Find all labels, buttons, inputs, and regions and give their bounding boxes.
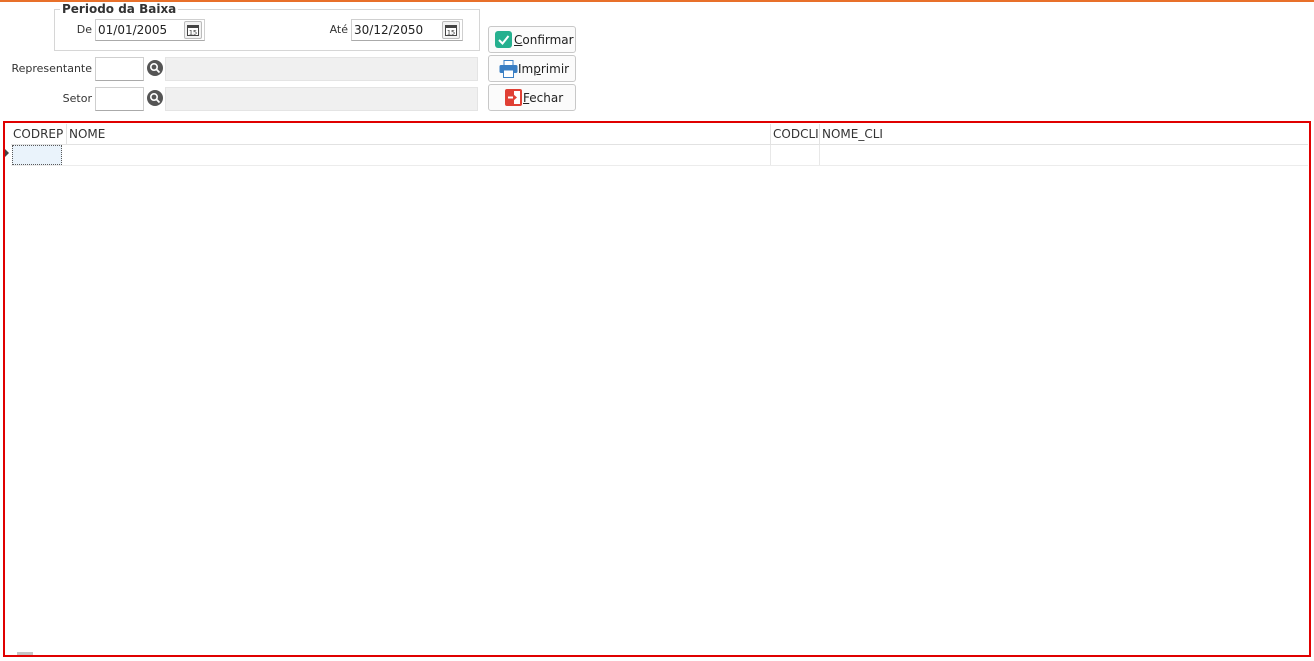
representante-code-input[interactable] (95, 57, 144, 81)
fechar-button[interactable]: Fechar (488, 84, 576, 111)
to-label: Até (329, 23, 348, 36)
table-row[interactable] (11, 145, 1308, 166)
from-date-value: 01/01/2005 (98, 23, 168, 37)
horizontal-scrollbar[interactable] (17, 652, 33, 655)
column-header-codcli[interactable]: CODCLI (771, 124, 820, 144)
period-title: Periodo da Baixa (60, 2, 179, 16)
top-accent-line (0, 0, 1314, 2)
exit-icon (505, 89, 522, 109)
printer-icon (499, 60, 518, 81)
svg-text:15: 15 (189, 29, 197, 37)
cell-nome[interactable] (67, 145, 771, 165)
grid-header: CODREP NOME CODCLI NOME_CLI (11, 124, 1308, 145)
cell-codcli[interactable] (771, 145, 820, 165)
cell-codrep[interactable] (12, 145, 62, 165)
imprimir-mnemonic: p (533, 62, 541, 76)
to-date-value: 30/12/2050 (354, 23, 424, 37)
checkmark-icon (495, 31, 512, 51)
current-row-indicator-icon (5, 149, 9, 157)
confirmar-label: onfirmar (522, 33, 574, 47)
calendar-icon[interactable]: 15 (442, 21, 460, 39)
imprimir-label-start: Im (518, 62, 534, 76)
from-label: De (76, 23, 92, 36)
search-icon[interactable] (147, 90, 163, 106)
imprimir-button[interactable]: Imprimir (488, 55, 576, 82)
from-date-field[interactable]: 01/01/2005 15 (95, 19, 205, 41)
column-header-codrep[interactable]: CODREP (11, 124, 67, 144)
representante-label: Representante (11, 62, 92, 75)
column-header-nome[interactable]: NOME (67, 124, 771, 144)
data-grid[interactable]: CODREP NOME CODCLI NOME_CLI (3, 121, 1311, 657)
setor-label: Setor (62, 92, 92, 105)
fechar-label: echar (529, 91, 564, 105)
representante-description (165, 57, 478, 81)
to-date-field[interactable]: 30/12/2050 15 (351, 19, 463, 41)
column-header-nome-cli[interactable]: NOME_CLI (820, 124, 1308, 144)
confirmar-button[interactable]: Confirmar (488, 26, 576, 53)
setor-description (165, 87, 478, 111)
imprimir-label-end: rimir (540, 62, 570, 76)
calendar-icon[interactable]: 15 (184, 21, 202, 39)
svg-text:15: 15 (447, 29, 455, 37)
search-icon[interactable] (147, 60, 163, 76)
setor-code-input[interactable] (95, 87, 144, 111)
cell-nome-cli[interactable] (820, 145, 1308, 165)
